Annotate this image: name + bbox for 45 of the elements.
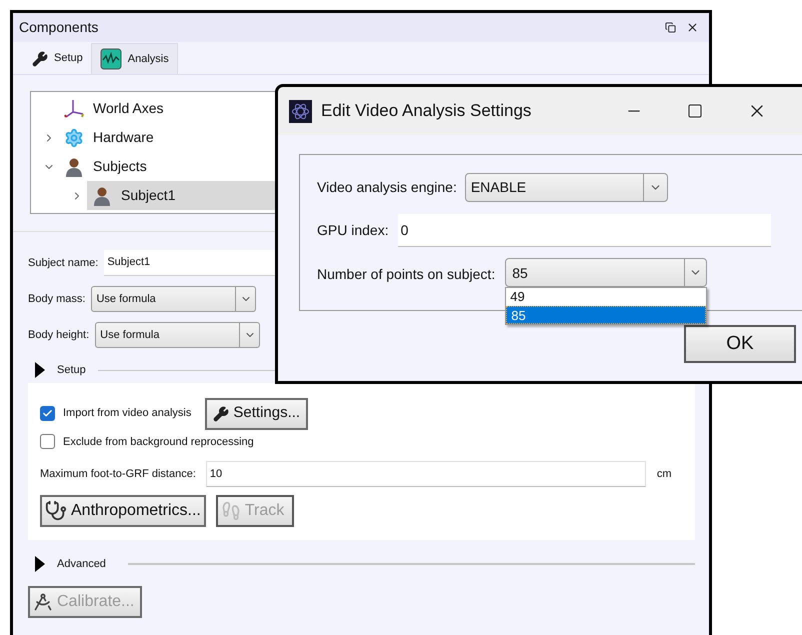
section-title: Advanced [57,557,106,572]
float-icon[interactable] [665,22,676,33]
ok-button[interactable]: OK [684,325,796,363]
field-label: Body mass: [28,292,86,307]
checkbox[interactable] [40,434,55,450]
select-field[interactable]: ENABLE [464,173,668,202]
distance-field[interactable]: 10 [206,461,646,487]
compass-icon [33,592,53,612]
select-field[interactable]: 85 [505,258,708,287]
checkmark-icon [42,408,53,419]
section-title: Setup [57,363,86,378]
waveform-icon [100,48,122,70]
field-label: Maximum foot-to-GRF distance: [40,466,196,482]
anthropometrics-button[interactable]: Anthropometrics... [40,495,206,527]
footprint-icon [220,501,241,521]
window-title: Components [19,18,98,37]
triangle-icon[interactable] [35,362,45,378]
maximize-icon[interactable] [687,103,704,119]
settings-button[interactable]: Settings... [205,398,308,430]
unit-label: cm [656,466,672,482]
tree-item[interactable]: Hardware [59,123,354,152]
checkbox-label: Import from video analysis [63,406,192,422]
field-label: Body height: [28,328,90,343]
tree-item[interactable]: Subjects [59,152,347,181]
wrench-icon [32,50,48,66]
wrench-icon [213,406,230,422]
dropdown-option[interactable]: 85 [506,306,706,324]
person-icon [93,186,111,206]
dropdown-option[interactable]: 49 [506,288,706,306]
field-label: Subject name: [28,256,98,271]
checkbox-label: Exclude from background reprocessing [63,434,254,450]
tab[interactable]: Analysis [90,43,178,74]
axes-icon [63,98,85,120]
triangle-icon[interactable] [35,556,45,572]
select-field[interactable]: Use formula [91,286,256,312]
field-label: GPU index: [317,221,389,240]
gear-icon [64,128,84,148]
checkbox[interactable] [40,406,55,421]
text-field[interactable]: 0 [398,214,771,247]
select-field[interactable]: Use formula [95,322,260,348]
atom-icon [289,100,312,122]
dialog-title: Edit Video Analysis Settings [321,100,532,122]
close-icon[interactable] [686,21,699,34]
person-icon [65,156,83,176]
stethoscope-icon [45,500,67,522]
